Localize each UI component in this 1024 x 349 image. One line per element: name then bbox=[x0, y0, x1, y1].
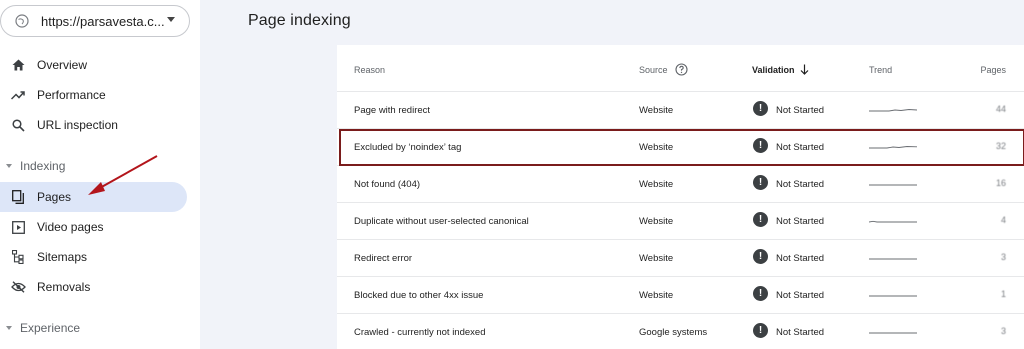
sidebar-item-label: URL inspection bbox=[37, 118, 118, 132]
column-header-trend[interactable]: Trend bbox=[869, 65, 892, 75]
reason-cell: Not found (404) bbox=[354, 179, 421, 190]
table-row[interactable]: Excluded by ‘noindex’ tag Website ! Not … bbox=[337, 128, 1024, 165]
reason-cell: Excluded by ‘noindex’ tag bbox=[354, 142, 462, 153]
home-icon bbox=[10, 57, 26, 73]
source-cell: Website bbox=[639, 253, 674, 264]
validation-cell: Not Started bbox=[776, 253, 825, 264]
table-row[interactable]: Duplicate without user-selected canonica… bbox=[337, 202, 1024, 239]
reason-cell: Duplicate without user-selected canonica… bbox=[354, 216, 529, 227]
sidebar-item-overview[interactable]: Overview bbox=[0, 50, 187, 80]
source-cell: Website bbox=[639, 179, 674, 190]
column-header-pages[interactable]: Pages bbox=[980, 65, 1006, 75]
column-header-source[interactable]: Source bbox=[639, 65, 668, 75]
trend-sparkline bbox=[869, 184, 917, 186]
source-cell: Website bbox=[639, 142, 674, 153]
globe-icon bbox=[15, 14, 29, 28]
sidebar: https://parsavesta.c... Overview Perform… bbox=[0, 0, 200, 349]
table-row[interactable]: Not found (404) Website ! Not Started 16 bbox=[337, 165, 1024, 202]
video-icon bbox=[10, 219, 26, 235]
pages-icon bbox=[10, 189, 26, 205]
sitemap-icon bbox=[10, 249, 26, 265]
pages-count: 16 bbox=[995, 178, 1006, 188]
exclamation-icon: ! bbox=[753, 175, 768, 190]
source-cell: Website bbox=[639, 105, 674, 116]
reason-cell: Blocked due to other 4xx issue bbox=[354, 290, 484, 301]
collapse-icon bbox=[6, 164, 12, 168]
sidebar-item-pages[interactable]: Pages bbox=[0, 182, 187, 212]
sidebar-item-label: Performance bbox=[37, 88, 106, 102]
chevron-down-icon[interactable] bbox=[167, 17, 175, 22]
sidebar-item-label: Removals bbox=[37, 280, 91, 294]
section-indexing[interactable]: Indexing bbox=[0, 156, 65, 176]
sidebar-item-label: Video pages bbox=[37, 220, 104, 234]
property-url: https://parsavesta.c... bbox=[41, 13, 165, 29]
section-label: Indexing bbox=[20, 159, 66, 173]
sidebar-item-url-inspection[interactable]: URL inspection bbox=[0, 110, 187, 140]
pages-count: 3 bbox=[1000, 326, 1006, 336]
page-title: Page indexing bbox=[248, 12, 351, 29]
exclamation-icon: ! bbox=[753, 286, 768, 301]
pages-count: 32 bbox=[995, 141, 1006, 151]
trend-sparkline bbox=[869, 146, 917, 149]
sidebar-item-label: Pages bbox=[37, 190, 72, 204]
validation-cell: Not Started bbox=[776, 105, 825, 116]
sidebar-item-label: Overview bbox=[37, 58, 88, 72]
sidebar-item-removals[interactable]: Removals bbox=[0, 272, 187, 302]
reason-cell: Crawled - currently not indexed bbox=[354, 327, 486, 338]
pages-count: 44 bbox=[995, 104, 1006, 114]
exclamation-icon: ! bbox=[753, 323, 768, 338]
sidebar-item-sitemaps[interactable]: Sitemaps bbox=[0, 242, 187, 272]
sidebar-item-performance[interactable]: Performance bbox=[0, 80, 187, 110]
section-label: Experience bbox=[20, 321, 81, 335]
exclamation-icon: ! bbox=[753, 212, 768, 227]
trend-sparkline bbox=[869, 220, 917, 223]
property-selector[interactable]: https://parsavesta.c... bbox=[0, 5, 190, 37]
validation-cell: Not Started bbox=[776, 216, 825, 227]
exclamation-icon: ! bbox=[753, 101, 768, 116]
validation-cell: Not Started bbox=[776, 179, 825, 190]
pages-count: 1 bbox=[1000, 289, 1006, 299]
reason-cell: Redirect error bbox=[354, 253, 413, 264]
exclamation-icon: ! bbox=[753, 249, 768, 264]
pages-count: 3 bbox=[1000, 252, 1006, 262]
trend-sparkline bbox=[869, 109, 917, 112]
table-row[interactable]: Crawled - currently not indexed Google s… bbox=[337, 313, 1024, 349]
issues-table: Reason Source Validation Trend Pages Pag… bbox=[337, 45, 1024, 349]
search-icon bbox=[10, 117, 26, 133]
exclamation-icon: ! bbox=[753, 138, 768, 153]
trend-sparkline bbox=[869, 295, 917, 297]
trend-sparkline bbox=[869, 258, 917, 260]
reason-cell: Page with redirect bbox=[354, 105, 431, 116]
visibility-off-icon bbox=[10, 279, 26, 295]
validation-cell: Not Started bbox=[776, 290, 825, 301]
table-row[interactable]: Redirect error Website ! Not Started 3 bbox=[337, 239, 1024, 276]
sidebar-item-video-pages[interactable]: Video pages bbox=[0, 212, 187, 242]
column-header-reason[interactable]: Reason bbox=[354, 65, 385, 75]
source-cell: Website bbox=[639, 290, 674, 301]
source-cell: Website bbox=[639, 216, 674, 227]
trending-up-icon bbox=[10, 87, 26, 103]
pages-count: 4 bbox=[1000, 215, 1006, 225]
table-row[interactable]: Blocked due to other 4xx issue Website !… bbox=[337, 276, 1024, 313]
column-header-validation[interactable]: Validation bbox=[752, 65, 795, 75]
validation-cell: Not Started bbox=[776, 142, 825, 153]
help-icon[interactable] bbox=[675, 63, 688, 76]
section-experience[interactable]: Experience bbox=[0, 318, 80, 338]
source-cell: Google systems bbox=[639, 327, 708, 338]
arrow-down-icon[interactable] bbox=[800, 64, 809, 75]
collapse-icon bbox=[6, 326, 12, 330]
table-row[interactable]: Page with redirect Website ! Not Started… bbox=[337, 91, 1024, 128]
trend-sparkline bbox=[869, 332, 917, 334]
sidebar-item-label: Sitemaps bbox=[37, 250, 88, 264]
validation-cell: Not Started bbox=[776, 327, 825, 338]
